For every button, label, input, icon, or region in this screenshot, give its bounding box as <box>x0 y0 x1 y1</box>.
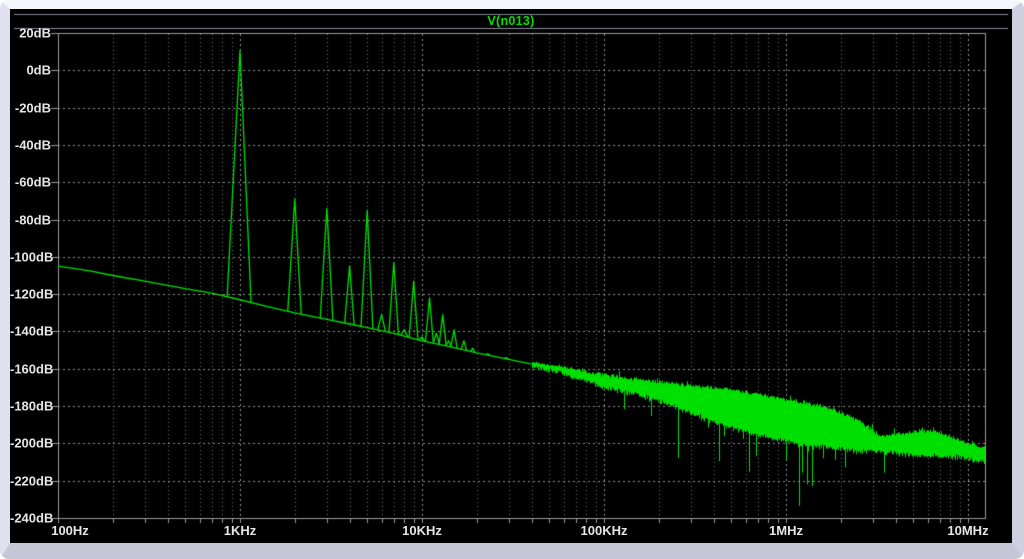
plot-pane: V(n013) 20dB 0dB -20dB -40dB -60dB -80dB -100d… <box>10 9 1012 543</box>
ltspice-plot-window: V(n013) 20dB 0dB -20dB -40dB -60dB -80dB -100d… <box>0 0 1024 559</box>
plot-canvas[interactable] <box>10 9 1012 543</box>
trace-legend-label[interactable]: V(n013) <box>10 14 1012 28</box>
